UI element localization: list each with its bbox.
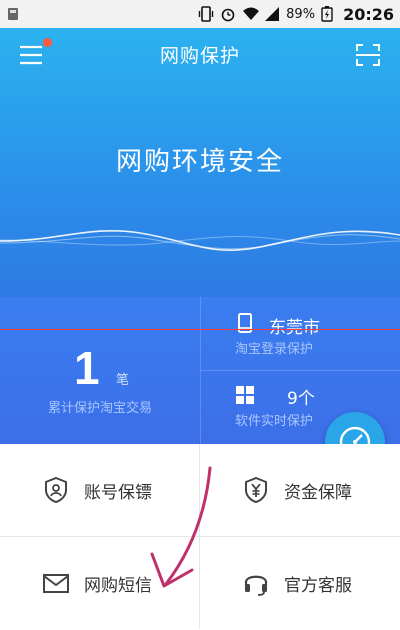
account-guard-button[interactable]: 账号保镖 (0, 444, 200, 537)
vibrate-icon (198, 6, 214, 22)
software-protection-label: 软件实时保护 (235, 414, 314, 429)
trade-unit: 笔 (116, 373, 130, 388)
windows-icon (235, 385, 255, 405)
yen-shield-icon (242, 476, 270, 504)
security-status: 网购环境安全 (115, 147, 284, 177)
phone-icon (235, 313, 255, 333)
hero-panel: 网购保护 网购环境安全 (0, 28, 400, 297)
login-protection-label: 淘宝登录保护 (235, 342, 314, 357)
feature-grid: 账号保镖 资金保障 网购短信 官方客服 (0, 444, 400, 630)
clock: 20:26 (343, 4, 394, 24)
account-guard-label: 账号保镖 (84, 482, 152, 503)
scan-icon (356, 44, 380, 66)
login-location: 东莞市 (269, 318, 320, 338)
alarm-icon (220, 6, 236, 22)
user-shield-icon (42, 476, 70, 504)
mail-icon (42, 569, 70, 597)
customer-service-label: 官方客服 (284, 575, 352, 596)
page-title: 网购保护 (159, 45, 240, 67)
signal-icon (264, 6, 280, 22)
customer-service-button[interactable]: 官方客服 (200, 537, 400, 629)
status-bar: 89% 20:26 (0, 0, 400, 28)
login-protection: 东莞市 淘宝登录保护 (201, 297, 400, 371)
battery-charging-icon (321, 6, 337, 22)
trade-label: 累计保护淘宝交易 (47, 401, 152, 416)
fund-protection-button[interactable]: 资金保障 (200, 444, 400, 537)
shopping-sms-label: 网购短信 (84, 575, 152, 596)
scan-button[interactable] (356, 44, 380, 66)
headset-icon (242, 569, 270, 597)
shopping-sms-button[interactable]: 网购短信 (0, 537, 200, 629)
trade-stats: 1 笔 累计保护淘宝交易 (0, 297, 201, 444)
battery-percentage: 89% (286, 6, 316, 22)
app-header: 网购保护 (0, 28, 400, 82)
fund-protection-label: 资金保障 (284, 482, 352, 503)
divider-line (0, 329, 400, 330)
app-notification-icon (0, 7, 22, 21)
wifi-icon (242, 6, 260, 22)
software-count: 9个 (287, 389, 315, 409)
trade-count: 1 (74, 342, 100, 394)
wave-decoration (0, 230, 400, 251)
